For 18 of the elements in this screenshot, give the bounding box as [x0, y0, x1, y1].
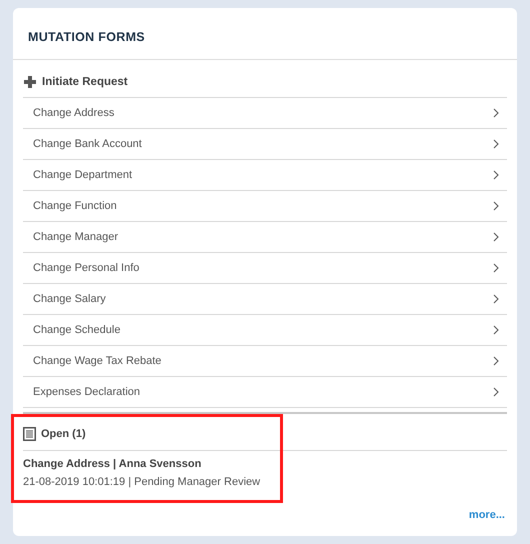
chevron-right-icon [493, 325, 499, 335]
chevron-right-icon [493, 387, 499, 397]
card-title: MUTATION FORMS [28, 30, 146, 44]
chevron-right-icon [493, 170, 499, 180]
chevron-right-icon [493, 201, 499, 211]
document-icon [23, 426, 36, 440]
request-detail: 21-08-2019 10:01:19 | Pending Manager Review [23, 476, 262, 488]
chevron-right-icon [493, 294, 499, 304]
chevron-right-icon [493, 263, 499, 273]
more-link[interactable]: more... [468, 509, 505, 521]
chevron-right-icon [493, 232, 499, 242]
initiate-request-label: Initiate Request [42, 76, 128, 88]
chevron-right-icon [493, 356, 499, 366]
chevron-right-icon [493, 108, 499, 118]
plus-icon [24, 76, 36, 88]
request-title: Change Address | Anna Svensson [23, 458, 202, 470]
chevron-right-icon [493, 139, 499, 149]
open-section-title: Open (1) [41, 428, 86, 440]
